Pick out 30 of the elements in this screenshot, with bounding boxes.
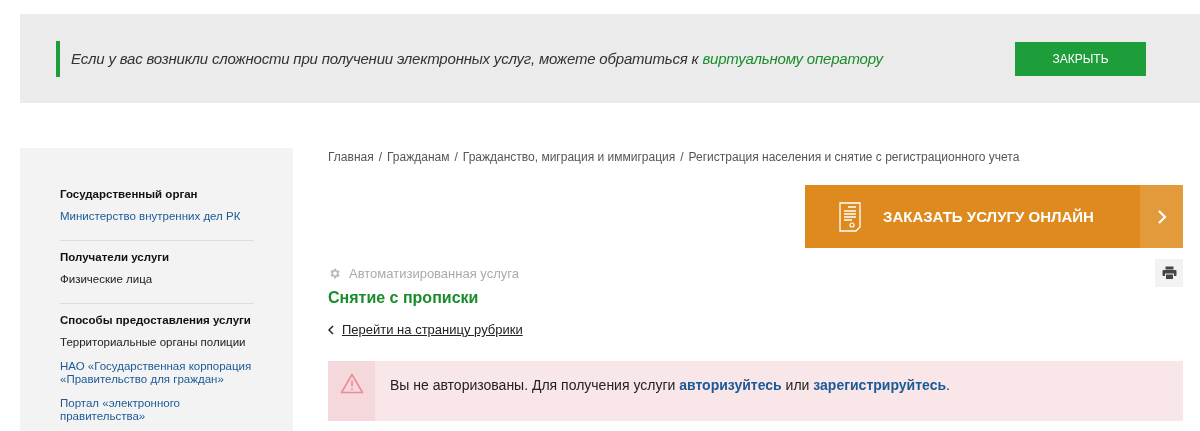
breadcrumb-link[interactable]: Регистрация населения и снятие с регистрационного учета (688, 150, 1020, 164)
sidebar-link[interactable]: НАО «Государственная корпорация «Правительство для граждан» (60, 360, 270, 386)
close-button[interactable]: ЗАКРЫТЬ (1015, 41, 1146, 76)
service-title: Снятие с прописки (328, 289, 480, 307)
section-heading: Государственный орган (60, 188, 199, 200)
breadcrumb-separator: / (680, 150, 684, 164)
printer-icon (1161, 266, 1177, 280)
sidebar-link[interactable]: Портал «электронного правительства» (60, 397, 210, 423)
operator-link[interactable]: виртуальному оператору (702, 50, 883, 67)
breadcrumb-separator: / (378, 150, 383, 164)
sidebar-text: Физические лица (60, 273, 154, 286)
document-icon (839, 201, 861, 232)
breadcrumb-link[interactable]: Гражданство, миграция и иммиграция (462, 150, 676, 164)
sidebar-link[interactable]: Министерство внутренних дел РК (60, 210, 270, 223)
warning-icon (339, 373, 364, 394)
gear-icon (328, 266, 341, 280)
back-link[interactable]: Перейти на страницу рубрики (342, 322, 523, 337)
breadcrumb-link[interactable]: Гражданам (387, 150, 450, 164)
section-heading: Получатели услуги (60, 251, 171, 263)
chevron-right-icon (1156, 208, 1167, 225)
sidebar-text: Территориальные органы полиции (60, 336, 247, 349)
breadcrumb-separator: / (454, 150, 458, 164)
chevron-left-icon (328, 324, 334, 335)
print-button[interactable] (1155, 259, 1183, 287)
service-type-label: Автоматизированная услуга (349, 265, 519, 281)
breadcrumb-link[interactable]: Главная (328, 150, 374, 164)
login-link[interactable]: авторизуйтесь (679, 377, 782, 393)
section-heading: Способы предоставления услуги (60, 314, 252, 326)
alert-message: Вы не авторизованы. Для получения услуги авторизуйтесь или зарегистрируйтесь. (390, 377, 950, 393)
notice-text: Если у вас возникли сложности при получении электронных услуг, можете обратиться к виртуальному оператору (71, 50, 885, 67)
